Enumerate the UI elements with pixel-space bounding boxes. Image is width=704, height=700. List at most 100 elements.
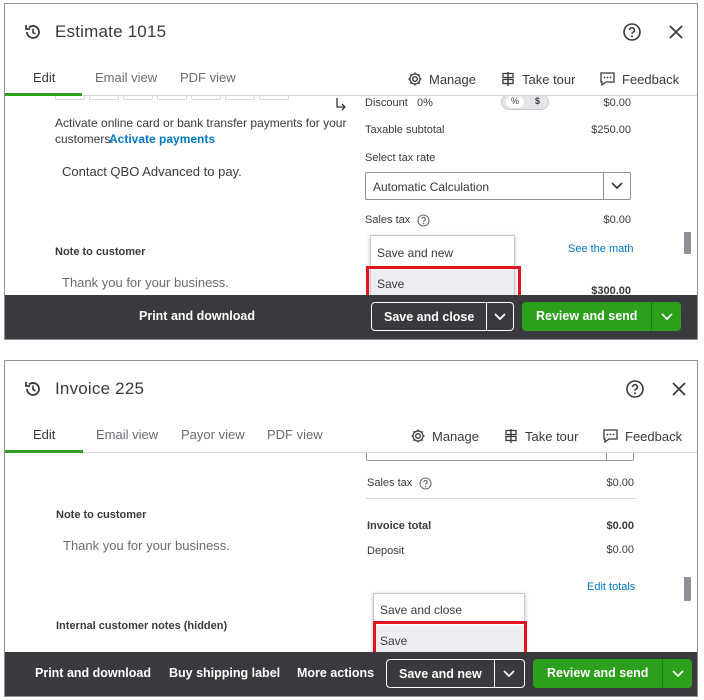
print-and-download-button[interactable]: Print and download [35, 666, 151, 680]
take-tour-label: Take tour [522, 71, 576, 87]
feedback-label: Feedback [625, 428, 683, 444]
feedback-button[interactable]: Feedback [599, 68, 679, 90]
estimate-form-content: Activate online card or bank transfer pa… [5, 96, 697, 295]
save-split-button: Save and new [386, 659, 525, 688]
discount-percent[interactable]: 0% [417, 97, 433, 109]
review-options-toggle[interactable] [663, 659, 692, 688]
buy-shipping-label-button[interactable]: Buy shipping label [169, 666, 280, 680]
review-options-toggle[interactable] [652, 302, 681, 331]
see-the-math-link[interactable]: See the math [568, 243, 633, 255]
save-options-toggle[interactable] [495, 660, 524, 687]
feedback-icon [600, 72, 615, 87]
discount-amount: $0.00 [603, 97, 631, 109]
manage-button[interactable]: Manage [410, 425, 479, 447]
sales-tax-label: Sales tax [365, 214, 411, 226]
save-and-close-button[interactable]: Save and close [372, 303, 488, 330]
dollar-option[interactable]: $ [535, 96, 540, 106]
tour-icon [505, 429, 517, 443]
invoice-total-value: $0.00 [606, 520, 634, 532]
title-bar: Estimate 1015 [5, 4, 697, 62]
page-title: Estimate 1015 [55, 22, 167, 41]
tax-rate-select[interactable]: Automatic Calculation [365, 172, 631, 200]
sales-tax-value: $0.00 [606, 477, 634, 489]
deposit-value[interactable]: $0.00 [568, 544, 634, 556]
indent-arrow-icon [336, 98, 346, 111]
info-circle-icon[interactable] [419, 477, 432, 490]
take-tour-button[interactable]: Take tour [503, 425, 578, 447]
scrollbar-thumb[interactable] [684, 577, 691, 601]
save-options-toggle[interactable] [487, 303, 513, 330]
chevron-down-icon [661, 312, 673, 320]
note-to-customer-label: Note to customer [55, 246, 146, 258]
tab-payor-view[interactable]: Payor view [181, 427, 245, 442]
manage-label: Manage [432, 428, 479, 444]
chevron-down-icon [503, 669, 515, 677]
print-and-download-button[interactable]: Print and download [139, 309, 255, 323]
feedback-icon [603, 429, 618, 444]
invoice-form-content: Note to customer Thank you for your busi… [5, 453, 697, 652]
review-split-button: Review and send [533, 659, 692, 688]
tax-rate-select[interactable] [366, 453, 634, 461]
deposit-label: Deposit [367, 545, 405, 557]
edit-totals-link[interactable]: Edit totals [587, 581, 635, 593]
tax-rate-label: Select tax rate [365, 152, 436, 164]
tab-pdf-view[interactable]: PDF view [180, 70, 236, 85]
chevron-down-icon [672, 669, 684, 677]
note-to-customer-input[interactable]: Thank you for your business. [63, 538, 230, 553]
sales-tax-value: $0.00 [603, 214, 631, 226]
estimate-footer: Print and download Save and close Review… [5, 295, 697, 339]
take-tour-button[interactable]: Take tour [500, 68, 575, 90]
activate-payments-link[interactable]: Activate payments [109, 132, 215, 146]
review-and-send-button[interactable]: Review and send [522, 302, 653, 331]
sales-tax-label: Sales tax [367, 477, 413, 489]
menu-item-save-and-new[interactable]: Save and new [371, 238, 514, 268]
help-circle-icon[interactable] [625, 379, 645, 399]
tab-edit[interactable]: Edit [33, 427, 55, 442]
chevron-down-icon[interactable] [610, 181, 624, 191]
payments-text-line1: Activate online card or bank transfer pa… [55, 116, 347, 130]
feedback-button[interactable]: Feedback [602, 425, 682, 447]
help-circle-icon[interactable] [622, 22, 642, 42]
scrollbar-thumb[interactable] [684, 232, 691, 254]
chevron-down-icon [494, 312, 506, 320]
discount-label: Discount [365, 97, 408, 109]
payments-text-line2: customers. [55, 132, 114, 146]
tab-email-view[interactable]: Email view [95, 70, 157, 85]
tab-bar: Edit Email view Payor view PDF view Mana… [5, 419, 697, 453]
tour-icon [502, 72, 514, 86]
tab-edit[interactable]: Edit [33, 70, 55, 85]
take-tour-label: Take tour [525, 428, 579, 444]
save-split-button: Save and close [371, 302, 514, 331]
history-icon[interactable] [23, 379, 43, 399]
tax-rate-value: Automatic Calculation [373, 180, 490, 194]
percent-option[interactable]: % [506, 96, 524, 108]
info-circle-icon[interactable] [417, 214, 430, 227]
invoice-total-label: Invoice total [367, 520, 432, 532]
payment-method-icons [55, 96, 289, 100]
gear-icon [411, 429, 425, 443]
feedback-label: Feedback [622, 71, 680, 87]
discount-type-toggle[interactable]: % $ [501, 96, 549, 110]
review-split-button: Review and send [522, 302, 681, 331]
taxable-subtotal-value: $250.00 [591, 124, 631, 136]
tab-bar: Edit Email view PDF view Manage Take tou… [5, 62, 697, 96]
note-to-customer-input[interactable]: Thank you for your business. [62, 275, 229, 290]
estimate-total-value: $300.00 [591, 285, 631, 295]
tab-email-view[interactable]: Email view [96, 427, 158, 442]
more-actions-button[interactable]: More actions [297, 666, 374, 680]
manage-button[interactable]: Manage [407, 68, 476, 90]
history-icon[interactable] [23, 22, 43, 42]
close-icon[interactable] [670, 380, 688, 398]
note-to-customer-label: Note to customer [56, 509, 147, 521]
save-and-new-button[interactable]: Save and new [387, 660, 495, 687]
estimate-panel: Estimate 1015 Edit Email view PDF view M… [4, 3, 698, 340]
gear-icon [408, 72, 422, 86]
contact-qbo-text: Contact QBO Advanced to pay. [62, 164, 242, 179]
invoice-panel: Invoice 225 Edit Email view Payor view P… [4, 360, 698, 697]
internal-notes-label: Internal customer notes (hidden) [56, 620, 228, 632]
tab-pdf-view[interactable]: PDF view [267, 427, 323, 442]
taxable-subtotal-label: Taxable subtotal [365, 124, 445, 136]
close-icon[interactable] [667, 23, 685, 41]
review-and-send-button[interactable]: Review and send [533, 659, 664, 688]
manage-label: Manage [429, 71, 476, 87]
